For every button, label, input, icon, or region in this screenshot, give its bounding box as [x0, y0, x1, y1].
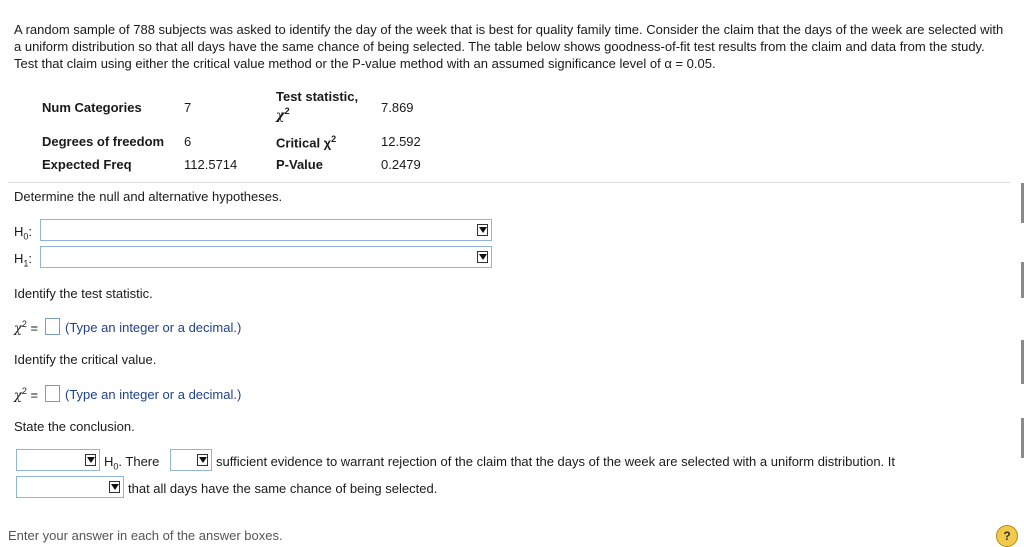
degrees-of-freedom-value: 6 [184, 134, 192, 149]
test-statistic-hint: (Type an integer or a decimal.) [65, 320, 242, 335]
critical-chi-value: 12.592 [381, 134, 421, 149]
test-statistic-symbol: χ2 [276, 106, 290, 124]
h0-label: H0: [14, 224, 33, 242]
results-table: Num Categories 7 Test statistic, χ2 7.86… [42, 86, 462, 181]
triangle-down-icon [197, 454, 208, 466]
conclusion-support-dropdown[interactable] [16, 476, 124, 498]
critical-value-prompt: Identify the critical value. [14, 352, 157, 367]
critical-value-input[interactable] [45, 385, 60, 402]
triangle-down-icon [477, 224, 488, 236]
critical-value-eq: χ2 = [14, 386, 39, 404]
test-statistic-eq: χ2 = [14, 319, 39, 337]
test-statistic-prompt: Identify the test statistic. [14, 286, 153, 301]
help-icon[interactable]: ? [996, 525, 1018, 547]
test-statistic-label: Test statistic, [276, 89, 359, 104]
expected-freq-label: Expected Freq [42, 157, 132, 172]
conclusion-reject-dropdown[interactable] [16, 449, 100, 471]
p-value-value: 0.2479 [381, 157, 421, 172]
critical-chi-label: Critical χ2 [276, 134, 337, 151]
h1-label: H1: [14, 251, 33, 269]
expected-freq-value: 112.5714 [184, 157, 238, 172]
footer-instruction: Enter your answer in each of the answer … [8, 528, 283, 543]
conclusion-line2-text: that all days have the same chance of be… [128, 481, 438, 496]
h0-dropdown[interactable] [40, 219, 492, 241]
num-categories-value: 7 [184, 100, 192, 115]
h1-dropdown[interactable] [40, 246, 492, 268]
hypotheses-prompt: Determine the null and alternative hypot… [14, 189, 283, 204]
conclusion-evidence-dropdown[interactable] [170, 449, 212, 471]
conclusion-line1-text: sufficient evidence to warrant rejection… [216, 454, 896, 469]
triangle-down-icon [477, 251, 488, 263]
test-statistic-input[interactable] [45, 318, 60, 335]
conclusion-prompt: State the conclusion. [14, 419, 135, 434]
critical-value-hint: (Type an integer or a decimal.) [65, 387, 242, 402]
conclusion-h0-text: H0. There [104, 454, 160, 472]
p-value-label: P-Value [276, 157, 323, 172]
test-statistic-value: 7.869 [381, 100, 414, 115]
triangle-down-icon [85, 454, 96, 466]
degrees-of-freedom-label: Degrees of freedom [42, 134, 165, 149]
num-categories-label: Num Categories [42, 100, 142, 115]
triangle-down-icon [109, 481, 120, 493]
problem-text: A random sample of 788 subjects was aske… [14, 22, 1004, 71]
divider [8, 182, 1010, 183]
